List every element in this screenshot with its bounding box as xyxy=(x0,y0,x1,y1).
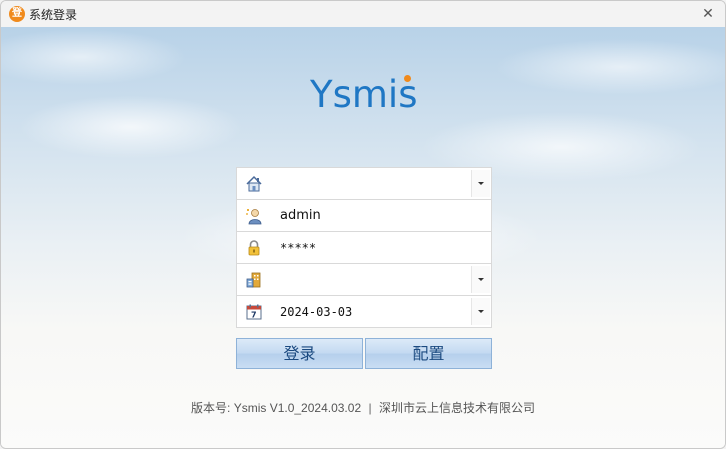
organization-select[interactable] xyxy=(236,263,492,296)
logo-text: Ysmis xyxy=(310,73,418,116)
username-field[interactable]: admin xyxy=(236,199,492,232)
window-title: 系统登录 xyxy=(29,8,78,22)
login-window: 登 系统登录 ✕ Ysmis admin ***** 7 2024-03-03 … xyxy=(0,0,726,449)
login-panel: Ysmis admin ***** 7 2024-03-03 登录 配置 版本号… xyxy=(1,27,725,448)
footer: 版本号: Ysmis V1.0_2024.03.02 | 深圳市云上信息技术有限… xyxy=(1,399,725,416)
chevron-down-icon xyxy=(478,310,484,313)
chevron-down-icon xyxy=(478,278,484,281)
chevron-down-icon xyxy=(478,182,484,185)
close-icon[interactable]: ✕ xyxy=(697,4,719,24)
date-dropdown-button[interactable] xyxy=(471,298,490,325)
lock-icon xyxy=(248,240,260,256)
logo-accent-dot xyxy=(404,75,411,82)
username-value: admin xyxy=(280,208,321,223)
login-button[interactable]: 登录 xyxy=(236,338,363,369)
version-text: 版本号: Ysmis V1.0_2024.03.02 xyxy=(191,401,362,415)
company-name: 深圳市云上信息技术有限公司 xyxy=(378,401,535,415)
home-icon xyxy=(246,175,262,192)
account-set-select[interactable] xyxy=(236,167,492,200)
date-picker[interactable]: 7 2024-03-03 xyxy=(236,295,492,328)
account-set-dropdown-button[interactable] xyxy=(471,170,490,197)
title-bar[interactable]: 登 系统登录 ✕ xyxy=(1,1,725,27)
organization-dropdown-button[interactable] xyxy=(471,266,490,293)
svg-text:7: 7 xyxy=(251,311,257,320)
footer-separator: | xyxy=(368,401,372,415)
building-icon xyxy=(246,272,261,288)
config-button[interactable]: 配置 xyxy=(365,338,492,369)
ysmis-logo: Ysmis xyxy=(310,73,417,116)
action-buttons: 登录 配置 xyxy=(236,338,494,369)
date-value: 2024-03-03 xyxy=(280,305,353,319)
password-value: ***** xyxy=(280,241,317,255)
user-icon xyxy=(246,209,262,225)
calendar-icon: 7 xyxy=(246,304,262,320)
password-field[interactable]: ***** xyxy=(236,231,492,264)
login-form: admin ***** 7 2024-03-03 xyxy=(236,167,493,328)
app-icon: 登 xyxy=(9,6,25,22)
